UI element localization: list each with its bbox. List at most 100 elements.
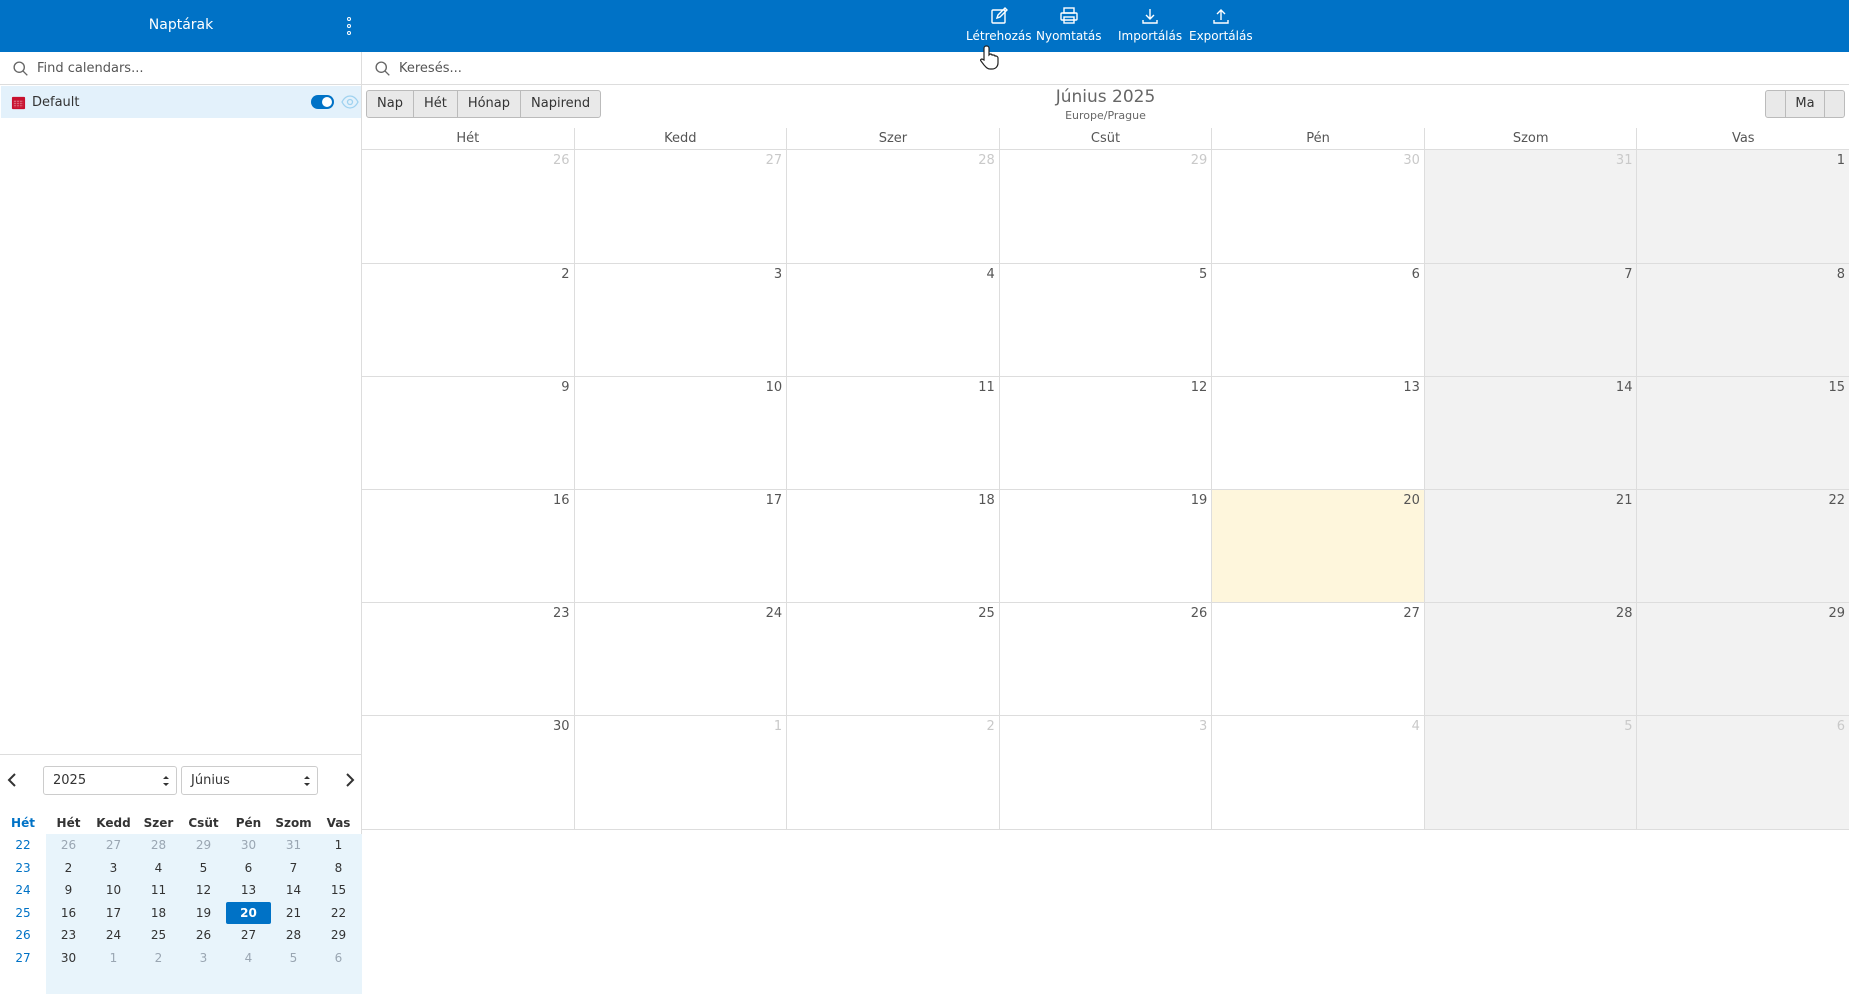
mini-day[interactable]: 27 bbox=[91, 834, 136, 856]
day-cell[interactable]: 15 bbox=[1636, 377, 1849, 489]
day-cell[interactable]: 20 bbox=[1211, 490, 1424, 602]
mini-day[interactable]: 2 bbox=[46, 857, 91, 879]
week-number[interactable]: 22 bbox=[0, 834, 46, 856]
mini-day[interactable]: 6 bbox=[226, 857, 271, 879]
day-cell[interactable]: 12 bbox=[998, 377, 1212, 489]
calendar-search-input[interactable] bbox=[37, 60, 337, 76]
mini-day[interactable]: 29 bbox=[316, 924, 361, 946]
day-cell[interactable]: 24 bbox=[573, 603, 787, 715]
mini-day[interactable]: 25 bbox=[136, 924, 181, 946]
print-button[interactable]: Nyomtatás bbox=[1036, 6, 1101, 48]
mini-day[interactable]: 4 bbox=[136, 857, 181, 879]
mini-day[interactable]: 30 bbox=[46, 947, 91, 969]
day-cell[interactable]: 6 bbox=[1636, 716, 1849, 829]
mini-day[interactable]: 30 bbox=[226, 834, 271, 856]
mini-day[interactable]: 16 bbox=[46, 902, 91, 924]
eye-icon[interactable] bbox=[341, 95, 359, 109]
prev-period-button[interactable] bbox=[1765, 90, 1786, 118]
day-cell[interactable]: 17 bbox=[573, 490, 787, 602]
day-cell[interactable]: 11 bbox=[786, 377, 999, 489]
day-cell[interactable]: 31 bbox=[1423, 150, 1637, 263]
day-cell[interactable]: 19 bbox=[998, 490, 1212, 602]
week-number[interactable]: 24 bbox=[0, 879, 46, 902]
week-number[interactable]: 27 bbox=[0, 947, 46, 969]
day-cell[interactable]: 22 bbox=[1636, 490, 1849, 602]
mini-day[interactable]: 3 bbox=[181, 947, 226, 969]
mini-day[interactable]: 6 bbox=[316, 947, 361, 969]
day-cell[interactable]: 16 bbox=[362, 490, 574, 602]
day-cell[interactable]: 26 bbox=[998, 603, 1212, 715]
day-cell[interactable]: 3 bbox=[998, 716, 1212, 829]
mini-day[interactable]: 22 bbox=[316, 902, 361, 924]
mini-day[interactable]: 19 bbox=[181, 902, 226, 924]
day-cell[interactable]: 7 bbox=[1423, 264, 1637, 376]
mini-day[interactable]: 31 bbox=[271, 834, 316, 856]
next-month-button[interactable] bbox=[340, 770, 360, 790]
export-button[interactable]: Exportálás bbox=[1189, 6, 1253, 48]
mini-day[interactable]: 29 bbox=[181, 834, 226, 856]
year-select[interactable]: 2025 bbox=[43, 766, 177, 795]
mini-day[interactable]: 3 bbox=[91, 857, 136, 879]
prev-month-button[interactable] bbox=[2, 770, 22, 790]
day-cell[interactable]: 2 bbox=[362, 264, 574, 376]
day-cell[interactable]: 30 bbox=[362, 716, 574, 829]
week-number[interactable]: 26 bbox=[0, 924, 46, 947]
day-cell[interactable]: 18 bbox=[786, 490, 999, 602]
day-cell[interactable]: 4 bbox=[786, 264, 999, 376]
mini-day[interactable]: 26 bbox=[46, 834, 91, 856]
mini-day[interactable]: 17 bbox=[91, 902, 136, 924]
mini-day[interactable]: 1 bbox=[91, 947, 136, 969]
mini-day[interactable]: 14 bbox=[271, 879, 316, 901]
day-cell[interactable]: 14 bbox=[1423, 377, 1637, 489]
mini-day[interactable]: 2 bbox=[136, 947, 181, 969]
mini-day[interactable]: 7 bbox=[271, 857, 316, 879]
today-button[interactable]: Ma bbox=[1785, 90, 1825, 118]
day-cell[interactable]: 29 bbox=[998, 150, 1212, 263]
day-cell[interactable]: 25 bbox=[786, 603, 999, 715]
mini-day[interactable]: 23 bbox=[46, 924, 91, 946]
day-cell[interactable]: 2 bbox=[786, 716, 999, 829]
day-cell[interactable]: 10 bbox=[573, 377, 787, 489]
day-cell[interactable]: 8 bbox=[1636, 264, 1849, 376]
mini-day[interactable]: 28 bbox=[271, 924, 316, 946]
mini-day[interactable]: 28 bbox=[136, 834, 181, 856]
import-button[interactable]: Importálás bbox=[1118, 6, 1182, 48]
next-period-button[interactable] bbox=[1824, 90, 1845, 118]
mini-day[interactable]: 5 bbox=[271, 947, 316, 969]
day-cell[interactable]: 5 bbox=[1423, 716, 1637, 829]
day-cell[interactable]: 21 bbox=[1423, 490, 1637, 602]
month-select[interactable]: Június bbox=[181, 766, 318, 795]
day-cell[interactable]: 29 bbox=[1636, 603, 1849, 715]
mini-day[interactable]: 8 bbox=[316, 857, 361, 879]
mini-day[interactable]: 13 bbox=[226, 879, 271, 901]
day-cell[interactable]: 4 bbox=[1211, 716, 1424, 829]
mini-day[interactable]: 1 bbox=[316, 834, 361, 856]
mini-day[interactable]: 10 bbox=[91, 879, 136, 901]
mini-day[interactable]: 20 bbox=[226, 901, 271, 924]
day-cell[interactable]: 1 bbox=[1636, 150, 1849, 263]
create-button[interactable]: Létrehozás bbox=[966, 6, 1031, 48]
day-cell[interactable]: 5 bbox=[998, 264, 1212, 376]
mini-day[interactable]: 27 bbox=[226, 924, 271, 946]
mini-day[interactable]: 21 bbox=[271, 902, 316, 924]
week-number[interactable]: 25 bbox=[0, 901, 46, 924]
mini-day[interactable]: 15 bbox=[316, 879, 361, 901]
day-cell[interactable]: 13 bbox=[1211, 377, 1424, 489]
day-cell[interactable]: 27 bbox=[573, 150, 787, 263]
mini-day[interactable]: 12 bbox=[181, 879, 226, 901]
mini-day[interactable]: 24 bbox=[91, 924, 136, 946]
mini-day[interactable]: 5 bbox=[181, 857, 226, 879]
day-cell[interactable]: 28 bbox=[1423, 603, 1637, 715]
day-cell[interactable]: 27 bbox=[1211, 603, 1424, 715]
more-options-icon[interactable] bbox=[342, 12, 356, 40]
calendar-item-default[interactable]: Default bbox=[1, 86, 361, 118]
mini-day[interactable]: 18 bbox=[136, 902, 181, 924]
day-cell[interactable]: 3 bbox=[573, 264, 787, 376]
calendar-toggle[interactable] bbox=[311, 95, 334, 109]
day-cell[interactable]: 28 bbox=[786, 150, 999, 263]
day-cell[interactable]: 23 bbox=[362, 603, 574, 715]
mini-day[interactable]: 26 bbox=[181, 924, 226, 946]
mini-day[interactable]: 4 bbox=[226, 947, 271, 969]
day-cell[interactable]: 30 bbox=[1211, 150, 1424, 263]
day-cell[interactable]: 1 bbox=[573, 716, 787, 829]
